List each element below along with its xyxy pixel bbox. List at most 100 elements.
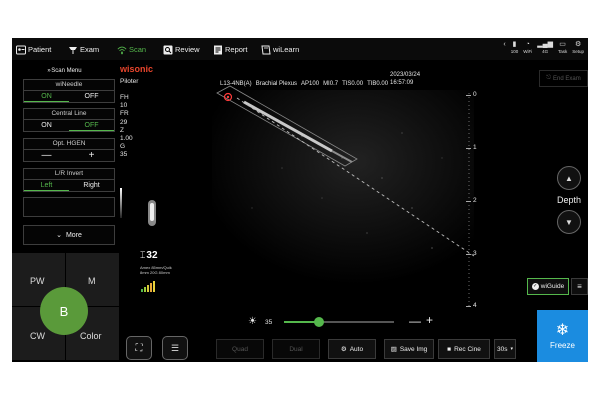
- central-line-on[interactable]: ON: [24, 120, 69, 131]
- wifi-scan-icon: [117, 45, 127, 55]
- mode-m-button[interactable]: M: [88, 276, 96, 286]
- arrow-down-icon: ▼: [565, 217, 573, 227]
- snowflake-icon: ❄: [555, 321, 570, 339]
- exit-icon: ⎋: [546, 75, 552, 81]
- depth-tick-3: 3: [473, 250, 477, 257]
- auto-button[interactable]: ⚙ Auto: [328, 339, 376, 359]
- lr-left[interactable]: Left: [24, 180, 69, 191]
- mode-color-button[interactable]: Color: [80, 331, 102, 341]
- brand-logo: wisonic: [120, 64, 154, 74]
- sliders-icon: ☰: [170, 342, 180, 353]
- central-line-toggle: Central Line ON OFF: [23, 108, 115, 132]
- image-params: FH 10 FR 29 Z 1.00 G 35: [120, 94, 133, 159]
- nav-label: Review: [175, 45, 200, 54]
- datetime: 2023/03/24 16:57:09: [390, 71, 420, 87]
- battery-status: ▮ 100: [510, 41, 519, 54]
- ultrasound-screen: Patient Exam Scan Review Report wiLearn …: [12, 38, 588, 362]
- mode-cw-button[interactable]: CW: [30, 331, 45, 341]
- time-text: 16:57:09: [390, 80, 414, 86]
- more-button[interactable]: ⌄ More: [23, 225, 115, 245]
- gray-bar: [120, 188, 122, 218]
- brightness-minus-button[interactable]: —: [409, 314, 421, 328]
- nav-label: wiLearn: [273, 45, 300, 54]
- depth-tick-1: 1: [473, 144, 477, 151]
- needle-info: Amex 85mm/Quik 8mm 20G 80mm: [140, 265, 172, 275]
- needle-angle-icon: ⌶: [140, 250, 146, 260]
- report-icon: [213, 45, 223, 55]
- wineedle-off[interactable]: OFF: [69, 91, 114, 102]
- battery-icon: ▮: [512, 41, 517, 48]
- adjust-button[interactable]: ☰: [162, 336, 188, 360]
- empty-menu-slot[interactable]: [23, 197, 115, 217]
- dual-button[interactable]: Dual: [272, 339, 320, 359]
- probe-image-icon: [148, 200, 156, 226]
- arrow-up-icon: ▲: [565, 173, 573, 183]
- wineedle-toggle: wiNeedle ON OFF: [23, 79, 115, 103]
- hgen-plus-button[interactable]: +: [69, 150, 114, 161]
- review-icon: [163, 45, 173, 55]
- fullscreen-icon: ⛶: [135, 342, 143, 354]
- lr-right[interactable]: Right: [69, 180, 114, 191]
- nav-wilearn[interactable]: wiLearn: [261, 43, 299, 56]
- back-button[interactable]: ‹: [503, 41, 505, 54]
- task-button[interactable]: ▭ Task: [558, 41, 567, 54]
- probe-name: L13-4NB(A): [220, 81, 252, 87]
- menu-button[interactable]: ≡: [571, 278, 588, 295]
- preset-name: Brachial Plexus: [255, 81, 298, 87]
- patient-icon: [16, 45, 26, 55]
- nav-patient[interactable]: Patient: [16, 43, 51, 56]
- end-exam-button[interactable]: ⎋ End Exam: [539, 70, 588, 87]
- rec-cine-button[interactable]: ■ Rec Cine: [438, 339, 490, 359]
- depth-tick-2: 2: [473, 197, 477, 204]
- caret-down-icon: ▾: [510, 346, 513, 352]
- chevron-down-icon: ⌄: [56, 232, 62, 239]
- mi-value: MI0.7: [323, 81, 339, 87]
- mode-b-button[interactable]: B: [40, 287, 88, 335]
- gear-icon: ⚙: [574, 41, 582, 48]
- save-img-button[interactable]: ▨ Save Img: [384, 339, 434, 359]
- depth-tick-0: 0: [473, 91, 477, 98]
- brand-sub: Piloter: [120, 78, 139, 85]
- hgen-minus-button[interactable]: —: [24, 150, 69, 161]
- brightness-slider[interactable]: [284, 317, 394, 327]
- wineedle-on[interactable]: ON: [24, 91, 69, 102]
- signal-icon: ▂▄▆: [537, 41, 553, 48]
- scan-menu-title[interactable]: » Scan Menu: [15, 68, 114, 74]
- nav-label: Patient: [28, 45, 52, 54]
- brightness-value: 35: [265, 319, 273, 326]
- nav-review[interactable]: Review: [163, 43, 200, 56]
- camera-icon: ■: [447, 345, 452, 353]
- brightness-plus-button[interactable]: +: [426, 313, 433, 327]
- setup-button[interactable]: ⚙ Setup: [572, 41, 584, 54]
- needle-visibility-icon: [141, 281, 155, 292]
- image-icon: ▨: [390, 346, 397, 353]
- depth-down-button[interactable]: ▼: [557, 210, 581, 234]
- wifi-status[interactable]: ◔ WiFi: [523, 41, 532, 54]
- freeze-button[interactable]: ❄ Freeze: [537, 310, 588, 362]
- wiguide-button[interactable]: ✓ wiGuide: [527, 278, 569, 295]
- probe-icon: [68, 45, 78, 55]
- chevron-left-icon: ‹: [503, 41, 506, 48]
- quad-button[interactable]: Quad: [216, 339, 264, 359]
- tis-value: TIS0.00: [342, 81, 364, 87]
- nav-report[interactable]: Report: [213, 43, 248, 56]
- nav-label: Scan: [129, 45, 147, 54]
- wifi-icon: ◔: [525, 41, 530, 48]
- scan-menu-panel: » Scan Menu wiNeedle ON OFF Central Line…: [15, 62, 115, 252]
- opt-hgen-control: Opt. HGEN — +: [23, 138, 115, 162]
- mode-pad: PW M CW Color B: [12, 253, 119, 360]
- date-text: 2023/03/24: [390, 72, 421, 78]
- lr-invert-toggle: L/R Invert Left Right: [23, 168, 115, 192]
- fullscreen-button[interactable]: ⛶: [126, 336, 152, 360]
- mode-pw-button[interactable]: PW: [30, 276, 45, 286]
- central-line-off[interactable]: OFF: [69, 120, 114, 131]
- needle-angle: ⌶ 32: [140, 250, 158, 261]
- cine-length-select[interactable]: 30s ▾: [494, 339, 516, 359]
- tib-value: TIB0.00: [367, 81, 389, 87]
- nav-label: Exam: [80, 45, 100, 54]
- depth-up-button[interactable]: ▲: [557, 166, 581, 190]
- nav-exam[interactable]: Exam: [68, 43, 99, 56]
- nav-scan[interactable]: Scan: [117, 43, 146, 56]
- cellular-status: ▂▄▆ 4G: [537, 41, 553, 54]
- system-tray: ‹ ▮ 100 ◔ WiFi ▂▄▆ 4G ▭ Task ⚙ Setup: [503, 41, 584, 54]
